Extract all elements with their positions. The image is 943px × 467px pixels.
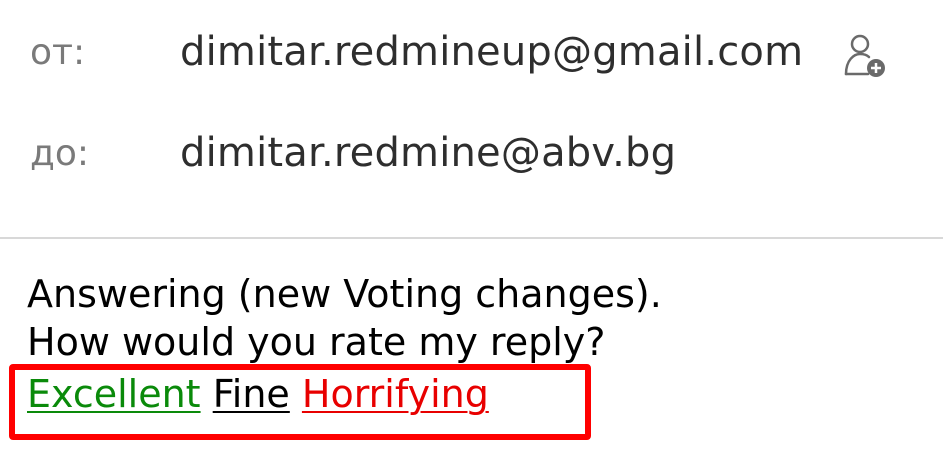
from-row: от: dimitar.redmineup@gmail.com <box>0 22 943 82</box>
add-contact-icon[interactable] <box>842 32 888 78</box>
vote-horrifying-link[interactable]: Horrifying <box>302 372 489 416</box>
to-address[interactable]: dimitar.redmine@abv.bg <box>180 130 676 176</box>
vote-fine-link[interactable]: Fine <box>213 372 290 416</box>
header-divider <box>0 237 943 239</box>
voting-links: Excellent Fine Horrifying <box>27 370 489 418</box>
message-line-1: Answering (new Voting changes). <box>27 272 662 316</box>
from-label: от: <box>30 31 86 73</box>
to-label: до: <box>30 132 90 174</box>
from-address[interactable]: dimitar.redmineup@gmail.com <box>180 29 803 75</box>
vote-excellent-link[interactable]: Excellent <box>27 372 201 416</box>
message-line-2: How would you rate my reply? <box>27 320 606 364</box>
to-row: до: dimitar.redmine@abv.bg <box>0 123 943 183</box>
message-body: Answering (new Voting changes). How woul… <box>27 270 662 366</box>
